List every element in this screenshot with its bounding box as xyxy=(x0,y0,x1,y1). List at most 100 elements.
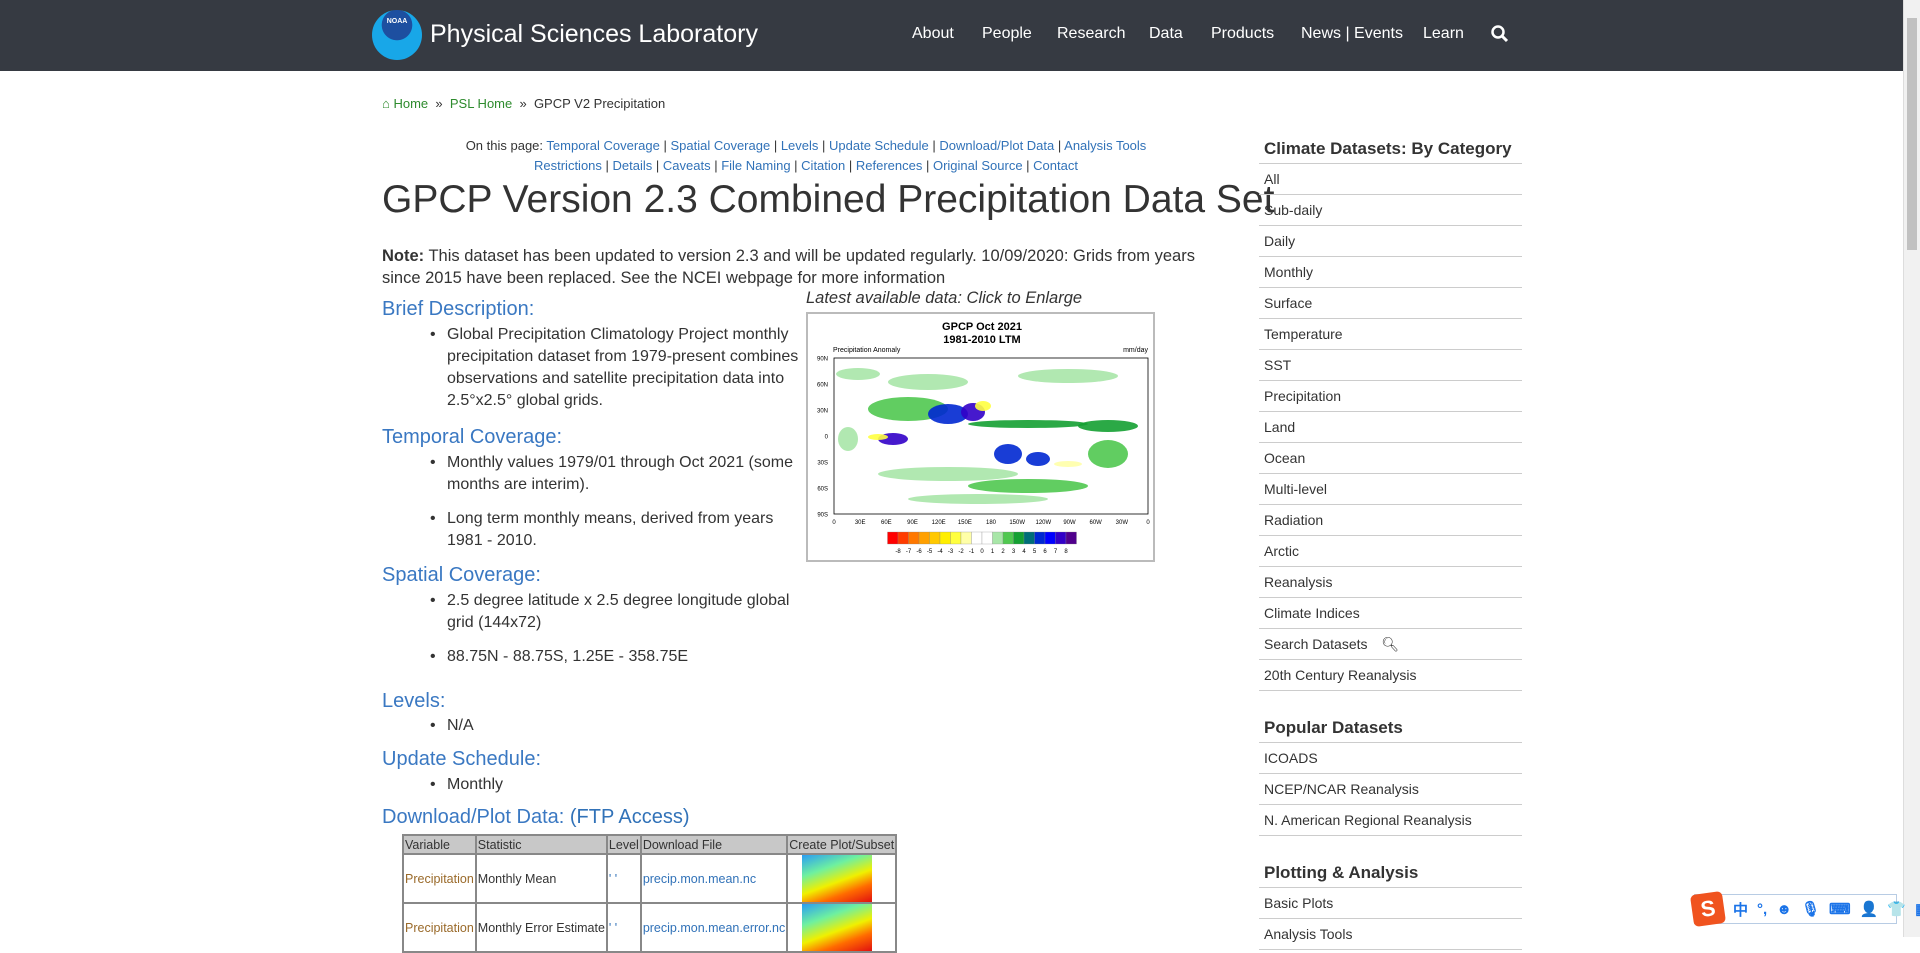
nav-about[interactable]: About xyxy=(912,25,954,43)
sogou-logo-icon[interactable]: S xyxy=(1689,890,1727,928)
top-navbar: NOAA Physical Sciences Laboratory About … xyxy=(0,0,1903,71)
sidebar-item-daily[interactable]: Daily xyxy=(1259,226,1522,257)
colorbar-label: 3 xyxy=(1012,549,1016,555)
ftp-access-link[interactable]: (FTP Access) xyxy=(570,806,690,828)
jump-link[interactable]: Caveats xyxy=(663,158,711,173)
breadcrumb-psl-home[interactable]: PSL Home xyxy=(450,96,512,111)
heading-update-schedule: Update Schedule: xyxy=(382,748,542,770)
colorbar-label: -3 xyxy=(948,549,954,555)
note-label: Note: xyxy=(382,247,425,265)
sidebar-item-all[interactable]: All xyxy=(1259,164,1522,195)
sidebar-item-label: Search Datasets xyxy=(1264,636,1368,652)
jump-link[interactable]: Download/Plot Data xyxy=(939,138,1054,153)
jump-link[interactable]: Original Source xyxy=(933,158,1023,173)
colorbar-swatch xyxy=(1065,531,1077,545)
sidebar-item-precipitation[interactable]: Precipitation xyxy=(1259,381,1522,412)
sidebar-item-label: Reanalysis xyxy=(1264,574,1333,590)
jump-link[interactable]: Update Schedule xyxy=(829,138,929,153)
anomaly-region xyxy=(968,420,1088,428)
jump-link[interactable]: Citation xyxy=(801,158,845,173)
search-icon[interactable] xyxy=(1490,24,1510,44)
user-icon[interactable]: 👤 xyxy=(1860,900,1879,918)
sidebar-item-search-datasets[interactable]: Search Datasets 🔍︎ xyxy=(1259,629,1522,660)
anomaly-region xyxy=(994,444,1022,464)
precip-anomaly-map[interactable]: GPCP Oct 20211981-2010 LTM Precipitation … xyxy=(808,314,1153,560)
sidebar-item-sst[interactable]: SST xyxy=(1259,350,1522,381)
plotting-list: Basic Plots Analysis Tools xyxy=(1259,888,1522,950)
jump-link[interactable]: Contact xyxy=(1033,158,1078,173)
on-this-page-nav: On this page: Temporal Coverage | Spatia… xyxy=(465,138,1147,173)
download-file-link[interactable]: precip.mon.mean.nc xyxy=(643,872,756,886)
sidebar-item-basic-plots[interactable]: Basic Plots xyxy=(1259,888,1522,919)
sidebar-item-sub-daily[interactable]: Sub-daily xyxy=(1259,195,1522,226)
figure-caption: Latest available data: Click to Enlarge xyxy=(806,289,1083,307)
colorbar-swatch xyxy=(887,531,899,545)
anomaly-region xyxy=(878,467,1018,481)
lon-tick-label: 90E xyxy=(907,520,918,526)
jump-link[interactable]: Levels xyxy=(781,138,819,153)
anomaly-region xyxy=(1018,369,1118,383)
search-icon: 🔍︎ xyxy=(1377,636,1400,652)
sidebar-item-reanalysis[interactable]: Reanalysis xyxy=(1259,567,1522,598)
brief-list: Global Precipitation Climatology Project… xyxy=(430,324,810,424)
jump-link[interactable]: References xyxy=(856,158,922,173)
sidebar-item-icoads[interactable]: ICOADS xyxy=(1259,743,1522,774)
nav-products[interactable]: Products xyxy=(1211,25,1274,43)
sidebar-item-multi-level[interactable]: Multi-level xyxy=(1259,474,1522,505)
sidebar-item-temperature[interactable]: Temperature xyxy=(1259,319,1522,350)
skin-icon[interactable]: 👕 xyxy=(1887,900,1906,918)
sidebar-item-label: Precipitation xyxy=(1264,388,1342,404)
lon-tick-label: 120E xyxy=(932,520,946,526)
colorbar-swatch xyxy=(1055,531,1067,545)
sidebar-item-label: Surface xyxy=(1264,295,1313,311)
ime-toolbar[interactable]: S 中 °, ☻ 🎙 ⌨ 👤 👕 ▦ xyxy=(1689,890,1920,928)
plot-thumbnail[interactable] xyxy=(786,853,898,904)
cell-variable: Precipitation xyxy=(402,902,477,953)
jump-link[interactable]: Details xyxy=(613,158,653,173)
scrollbar-thumb[interactable] xyxy=(1907,18,1917,250)
figure-title: GPCP Oct 2021 xyxy=(942,321,1022,333)
plot-thumbnail[interactable] xyxy=(786,902,898,953)
download-heading-text: Download/Plot Data: xyxy=(382,806,565,828)
sidebar-item-ocean[interactable]: Ocean xyxy=(1259,443,1522,474)
jump-link[interactable]: Spatial Coverage xyxy=(670,138,770,153)
nav-research[interactable]: Research xyxy=(1057,25,1125,43)
site-title-link[interactable]: Physical Sciences Laboratory xyxy=(430,20,758,49)
noaa-logo[interactable]: NOAA xyxy=(372,10,422,60)
download-file-link[interactable]: precip.mon.mean.error.nc xyxy=(643,921,785,935)
breadcrumb-current: GPCP V2 Precipitation xyxy=(533,96,666,111)
jump-link[interactable]: Temporal Coverage xyxy=(546,138,659,153)
sidebar-item-analysis-tools[interactable]: Analysis Tools xyxy=(1259,919,1522,950)
temporal-list: Monthly values 1979/01 through Oct 2021 … xyxy=(430,452,810,564)
microphone-icon[interactable]: 🎙 xyxy=(1801,900,1820,918)
jump-link[interactable]: Restrictions xyxy=(534,158,602,173)
sidebar-item-surface[interactable]: Surface xyxy=(1259,288,1522,319)
colorbar-swatch xyxy=(950,531,962,545)
breadcrumb-home[interactable]: Home xyxy=(393,96,428,111)
anomaly-region xyxy=(975,401,991,411)
jump-link[interactable]: File Naming xyxy=(721,158,790,173)
chinese-mode-icon[interactable]: 中 xyxy=(1733,899,1748,920)
sidebar-item-label: Analysis Tools xyxy=(1264,926,1353,942)
sidebar-item-20th-century-reanalysis[interactable]: 20th Century Reanalysis xyxy=(1259,660,1522,691)
sidebar-item-monthly[interactable]: Monthly xyxy=(1259,257,1522,288)
page-scrollbar[interactable] xyxy=(1903,0,1920,937)
nav-data[interactable]: Data xyxy=(1149,25,1183,43)
punctuation-icon[interactable]: °, xyxy=(1757,901,1767,918)
keyboard-icon[interactable]: ⌨ xyxy=(1829,900,1851,918)
nav-people[interactable]: People xyxy=(982,25,1032,43)
sidebar-item-arctic[interactable]: Arctic xyxy=(1259,536,1522,567)
jump-link[interactable]: Analysis Tools xyxy=(1064,138,1146,153)
sidebar-item-ncep-ncar-reanalysis[interactable]: NCEP/NCAR Reanalysis xyxy=(1259,774,1522,805)
sidebar-item-label: Radiation xyxy=(1264,512,1324,528)
latest-data-figure[interactable]: GPCP Oct 2021 1981-2010 LTM Precipitation … xyxy=(806,312,1155,562)
sidebar-item-climate-indices[interactable]: Climate Indices xyxy=(1259,598,1522,629)
sidebar-item-n-american-regional-reanalysis[interactable]: N. American Regional Reanalysis xyxy=(1259,805,1522,836)
colorbar-swatch xyxy=(960,531,972,545)
emoji-icon[interactable]: ☻ xyxy=(1776,901,1792,918)
sidebar-item-radiation[interactable]: Radiation xyxy=(1259,505,1522,536)
sidebar-item-land[interactable]: Land xyxy=(1259,412,1522,443)
nav-learn[interactable]: Learn xyxy=(1423,25,1464,43)
nav-news-events[interactable]: News | Events xyxy=(1301,25,1403,43)
grid-icon[interactable]: ▦ xyxy=(1915,900,1920,918)
